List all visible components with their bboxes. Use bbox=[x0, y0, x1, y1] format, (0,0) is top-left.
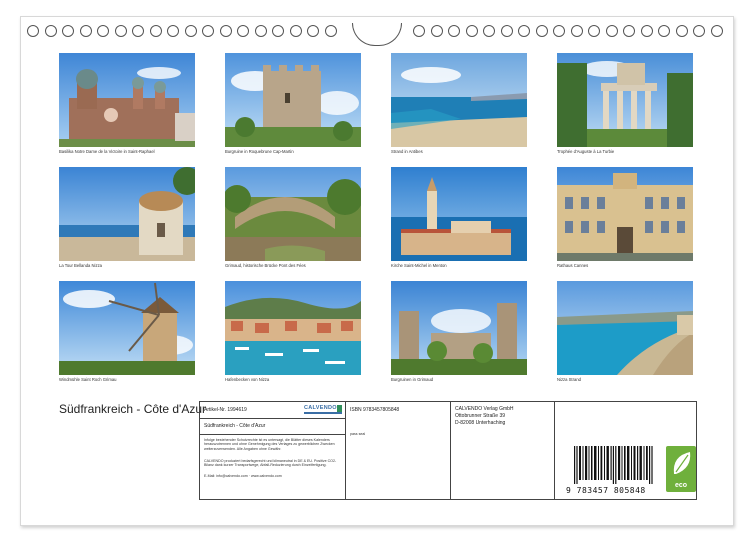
legal-notice: Infolge bestehender Schutzrechte ist es … bbox=[204, 438, 335, 451]
photo-beach bbox=[391, 53, 527, 147]
photo-basilica bbox=[59, 53, 195, 147]
photo-town-hall bbox=[557, 167, 693, 261]
calendar-title-small: Südfrankreich - Côte d'Azur bbox=[204, 423, 266, 429]
photo-castle-ruins bbox=[391, 281, 527, 375]
isbn: ISBN 9783457805848 bbox=[350, 407, 400, 413]
binding-ring bbox=[658, 25, 670, 37]
binding-ring bbox=[535, 25, 548, 37]
binding-ring bbox=[483, 25, 495, 37]
leaf-icon bbox=[673, 452, 691, 474]
binding-ring bbox=[588, 25, 600, 37]
photo-caption: Kirche Saint-Michel in Menton bbox=[391, 263, 447, 268]
binding-ring bbox=[167, 25, 179, 37]
photo-harbour bbox=[225, 281, 361, 375]
binding-ring bbox=[448, 25, 460, 37]
binding-ring bbox=[44, 25, 57, 37]
binding-ring bbox=[710, 25, 723, 37]
photo-stone-bridge bbox=[225, 167, 361, 261]
page-note: pass seal bbox=[350, 432, 366, 436]
binding-ring bbox=[254, 25, 267, 37]
photo-castle-ruin bbox=[225, 53, 361, 147]
photo-caption: La Tour Bellanda Nizza bbox=[59, 263, 102, 268]
binding-ring bbox=[27, 25, 39, 37]
photo-caption: Hafenbecken von Nizza bbox=[225, 377, 270, 382]
binding-ring bbox=[62, 25, 74, 37]
photo-caption: Nizza Strand bbox=[557, 377, 581, 382]
binding-ring bbox=[553, 25, 565, 37]
binding-ring bbox=[184, 25, 197, 37]
binding-ring bbox=[430, 25, 443, 37]
publisher-street: Ottobrunner Straße 39 bbox=[455, 413, 506, 419]
article-number: Artikel-Nr. 1994619 bbox=[204, 407, 247, 413]
binding-ring bbox=[79, 25, 92, 37]
photo-caption: Burgruine in Roquebrune Cap-Martin bbox=[225, 149, 294, 154]
binding-ring bbox=[219, 25, 232, 37]
binding-ring bbox=[149, 25, 162, 37]
barcode bbox=[574, 446, 653, 484]
binding-ring bbox=[640, 25, 653, 37]
binding-ring bbox=[202, 25, 214, 37]
eco-badge: eco bbox=[666, 446, 696, 492]
photo-caption: Basilika Notre Dame de la Victoire in Sa… bbox=[59, 149, 155, 154]
photo-windmill bbox=[59, 281, 195, 375]
binding-ring bbox=[272, 25, 284, 37]
calendar-back-page: Basilika Notre Dame de la Victoire in Sa… bbox=[20, 16, 734, 526]
binding-ring bbox=[675, 25, 688, 37]
binding-ring bbox=[570, 25, 583, 37]
barcode-number: 9 783457 805848 bbox=[566, 486, 646, 495]
binding-ring bbox=[500, 25, 513, 37]
photo-caption: Windmühle Saint Roch Grimau bbox=[59, 377, 117, 382]
publisher-name: CALVENDO Verlag GmbH bbox=[455, 406, 514, 412]
photo-caption: Grimaud, historische Brücke Pont des Fée… bbox=[225, 263, 306, 268]
eco-label: eco bbox=[674, 482, 688, 489]
calendar-hanger bbox=[352, 23, 402, 46]
photo-caption: Burgruinen in Grimaud bbox=[391, 377, 434, 382]
photo-nice-beach bbox=[557, 281, 693, 375]
calvendo-logo: CALVENDO bbox=[304, 405, 342, 415]
binding-ring bbox=[289, 25, 302, 37]
product-info-box: Artikel-Nr. 1994619 CALVENDO Südfrankrei… bbox=[199, 401, 697, 500]
binding-ring bbox=[623, 25, 635, 37]
binding-ring bbox=[114, 25, 127, 37]
photo-caption: Strand in Antibes bbox=[391, 149, 423, 154]
photo-tower bbox=[59, 167, 195, 261]
photo-caption: Rathaus Cannes bbox=[557, 263, 589, 268]
contact-info: E-Mail: info@calvendo.com · www.calvendo… bbox=[204, 474, 282, 478]
production-notice: CALVENDO produziert bedarfsgerecht und k… bbox=[204, 459, 337, 468]
binding-ring bbox=[518, 25, 530, 37]
binding-ring bbox=[693, 25, 705, 37]
photo-roman-monument bbox=[557, 53, 693, 147]
binding-ring bbox=[413, 25, 425, 37]
binding-ring bbox=[307, 25, 319, 37]
publisher-city: D-82008 Unterhaching bbox=[455, 420, 506, 426]
photo-church bbox=[391, 167, 527, 261]
binding-ring bbox=[324, 25, 337, 37]
calendar-title: Südfrankreich - Côte d'Azur bbox=[59, 402, 207, 416]
binding-ring bbox=[237, 25, 249, 37]
binding-ring bbox=[465, 25, 478, 37]
binding-ring bbox=[605, 25, 618, 37]
binding-ring bbox=[132, 25, 144, 37]
binding-ring bbox=[97, 25, 109, 37]
binding-rings bbox=[21, 23, 733, 46]
photo-caption: Trophée d'Auguste à La Turbie bbox=[557, 149, 615, 154]
